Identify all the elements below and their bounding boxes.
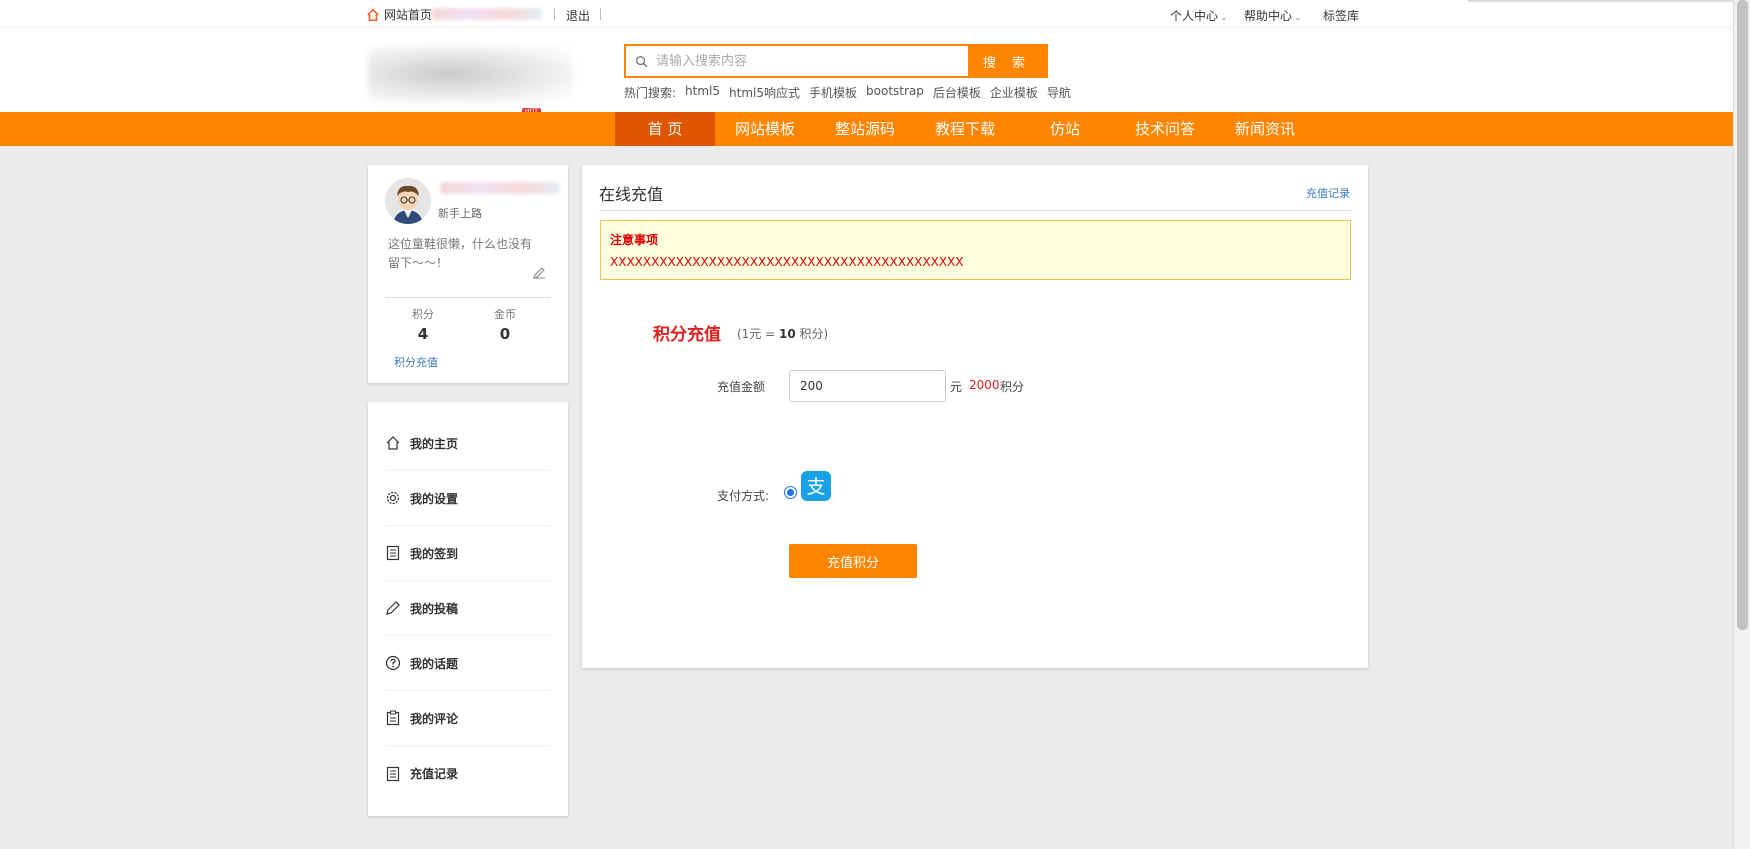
recharge-submit-button[interactable]: 充值积分: [789, 544, 917, 578]
notice-heading: 注意事项: [610, 233, 659, 247]
top-bar: 网站首页 退出 个人中心 ⌄ 帮助中心 ⌄ 标签库: [0, 0, 1750, 28]
menu-item-submissions[interactable]: 我的投稿: [385, 581, 551, 636]
hot-search: 热门搜索: html5 html5响应式 手机模板 bootstrap 后台模板…: [624, 84, 1071, 101]
personal-center-label: 个人中心: [1170, 9, 1219, 23]
search-button[interactable]: 搜 索: [968, 46, 1046, 76]
chevron-down-icon: ⌄: [1294, 13, 1302, 23]
gear-icon: [386, 491, 400, 505]
help-center-label: 帮助中心: [1244, 9, 1293, 23]
logout-link[interactable]: 退出: [566, 7, 590, 24]
user-rank: 新手上路: [438, 207, 482, 220]
divider: [1468, 0, 1733, 2]
nav-item-clone[interactable]: 仿站: [1015, 112, 1115, 146]
scrollbar-thumb[interactable]: [1737, 0, 1748, 630]
menu-item-label: 我的话题: [410, 656, 459, 671]
menu-item-label: 我的投稿: [410, 601, 459, 616]
points-stat: 积分 4: [388, 306, 458, 343]
nav-item-home[interactable]: 首 页: [615, 112, 715, 146]
hot-search-term[interactable]: 企业模板: [990, 84, 1038, 101]
hot-search-term[interactable]: 手机模板: [809, 84, 857, 101]
exchange-rate: (1元 = 10 积分): [737, 325, 828, 342]
amount-label: 充值金额: [717, 380, 766, 394]
nav-item-source[interactable]: 整站源码: [815, 112, 915, 146]
profile-card: 新手上路 这位童鞋很懒，什么也没有留下～～！ 积分 4 金币 0 积分充值: [368, 165, 568, 383]
coins-stat: 金币 0: [470, 306, 540, 343]
menu-item-label: 我的设置: [410, 491, 459, 506]
menu-item-signin[interactable]: 我的签到: [385, 526, 551, 581]
points-unit: 积分: [1000, 380, 1025, 394]
home-icon: [367, 8, 379, 21]
hot-search-term[interactable]: 导航: [1047, 84, 1071, 101]
search-bar: 搜 索: [624, 44, 1048, 78]
username-blurred: [440, 182, 560, 194]
nav-item-news[interactable]: 新闻资讯: [1215, 112, 1315, 146]
menu-item-settings[interactable]: 我的设置: [385, 471, 551, 526]
scrollbar[interactable]: [1733, 0, 1750, 849]
divider: [600, 8, 601, 20]
currency-unit: 元: [950, 380, 963, 394]
pencil-icon: [386, 601, 400, 615]
site-logo[interactable]: [368, 46, 573, 102]
clipboard-icon: [386, 710, 400, 726]
menu-item-label: 我的签到: [410, 546, 459, 561]
question-icon: [385, 655, 401, 671]
points-label: 积分: [412, 308, 434, 321]
tag-library-link[interactable]: 标签库: [1323, 7, 1359, 24]
svg-text:支: 支: [806, 476, 825, 498]
nav-item-qa[interactable]: 技术问答: [1115, 112, 1215, 146]
search-input[interactable]: [656, 46, 968, 76]
home-link[interactable]: 网站首页: [366, 6, 432, 23]
notice-box: 注意事项 XXXXXXXXXXXXXXXXXXXXXXXXXXXXXXXXXXX…: [600, 220, 1351, 280]
rate-value: 10: [779, 327, 796, 341]
help-center-menu[interactable]: 帮助中心 ⌄: [1244, 7, 1302, 24]
chevron-down-icon: ⌄: [1220, 13, 1228, 23]
payment-label: 支付方式:: [717, 489, 770, 503]
menu-item-label: 充值记录: [410, 767, 459, 781]
recharge-panel: 在线充值 充值记录 注意事项 XXXXXXXXXXXXXXXXXXXXXXXXX…: [582, 165, 1368, 668]
points-value: 4: [417, 325, 429, 343]
menu-item-label: 我的评论: [410, 711, 459, 726]
user-bio: 这位童鞋很懒，什么也没有留下～～！: [388, 237, 533, 270]
coins-value: 0: [499, 325, 511, 343]
nav-item-tutorials[interactable]: 教程下载: [915, 112, 1015, 146]
home-icon: [386, 436, 400, 450]
header: HOT 搜 索 热门搜索: html5 html5响应式 手机模板 bootst…: [0, 28, 1750, 116]
username-blurred: [432, 8, 542, 20]
notice-text: XXXXXXXXXXXXXXXXXXXXXXXXXXXXXXXXXXXXXXXX…: [610, 255, 964, 269]
alipay-radio[interactable]: [784, 486, 797, 499]
main-nav: 首 页 网站模板 整站源码 教程下载 仿站 技术问答 新闻资讯: [0, 112, 1750, 146]
hot-search-term[interactable]: 后台模板: [933, 84, 981, 101]
page-title: 在线充值: [599, 185, 664, 204]
avatar[interactable]: [385, 178, 431, 224]
points-result: 2000: [969, 378, 1000, 392]
coins-label: 金币: [494, 308, 516, 321]
hot-search-term[interactable]: html5响应式: [729, 84, 800, 101]
document-icon: [386, 766, 400, 781]
document-icon: [386, 545, 400, 561]
rate-suffix: 积分): [795, 327, 829, 341]
section-title: 积分充值: [653, 325, 721, 345]
divider: [599, 210, 1351, 211]
personal-center-menu[interactable]: 个人中心 ⌄: [1170, 7, 1228, 24]
recharge-records-link[interactable]: 充值记录: [1306, 185, 1350, 201]
menu-item-topics[interactable]: 我的话题: [385, 636, 551, 691]
user-menu: 我的主页 我的设置 我的签到 我的投稿 我的话题 我的评论 充值记录: [368, 402, 568, 816]
alipay-icon[interactable]: 支: [801, 471, 831, 501]
nav-item-templates[interactable]: 网站模板: [715, 112, 815, 146]
amount-input[interactable]: [789, 370, 946, 402]
menu-item-home[interactable]: 我的主页: [385, 416, 551, 471]
menu-item-comments[interactable]: 我的评论: [385, 691, 551, 746]
divider: [386, 297, 550, 298]
hot-search-label: 热门搜索:: [624, 86, 677, 100]
pencil-icon[interactable]: [532, 266, 546, 280]
search-icon: [626, 46, 656, 76]
home-label: 网站首页: [384, 8, 433, 22]
menu-item-recharge-records[interactable]: 充值记录: [385, 746, 551, 801]
rate-prefix: (1元 =: [737, 327, 780, 341]
points-recharge-link[interactable]: 积分充值: [394, 354, 438, 370]
menu-item-label: 我的主页: [410, 436, 459, 451]
divider: [554, 8, 555, 20]
hot-search-term[interactable]: html5: [685, 84, 720, 101]
hot-search-term[interactable]: bootstrap: [866, 84, 924, 101]
